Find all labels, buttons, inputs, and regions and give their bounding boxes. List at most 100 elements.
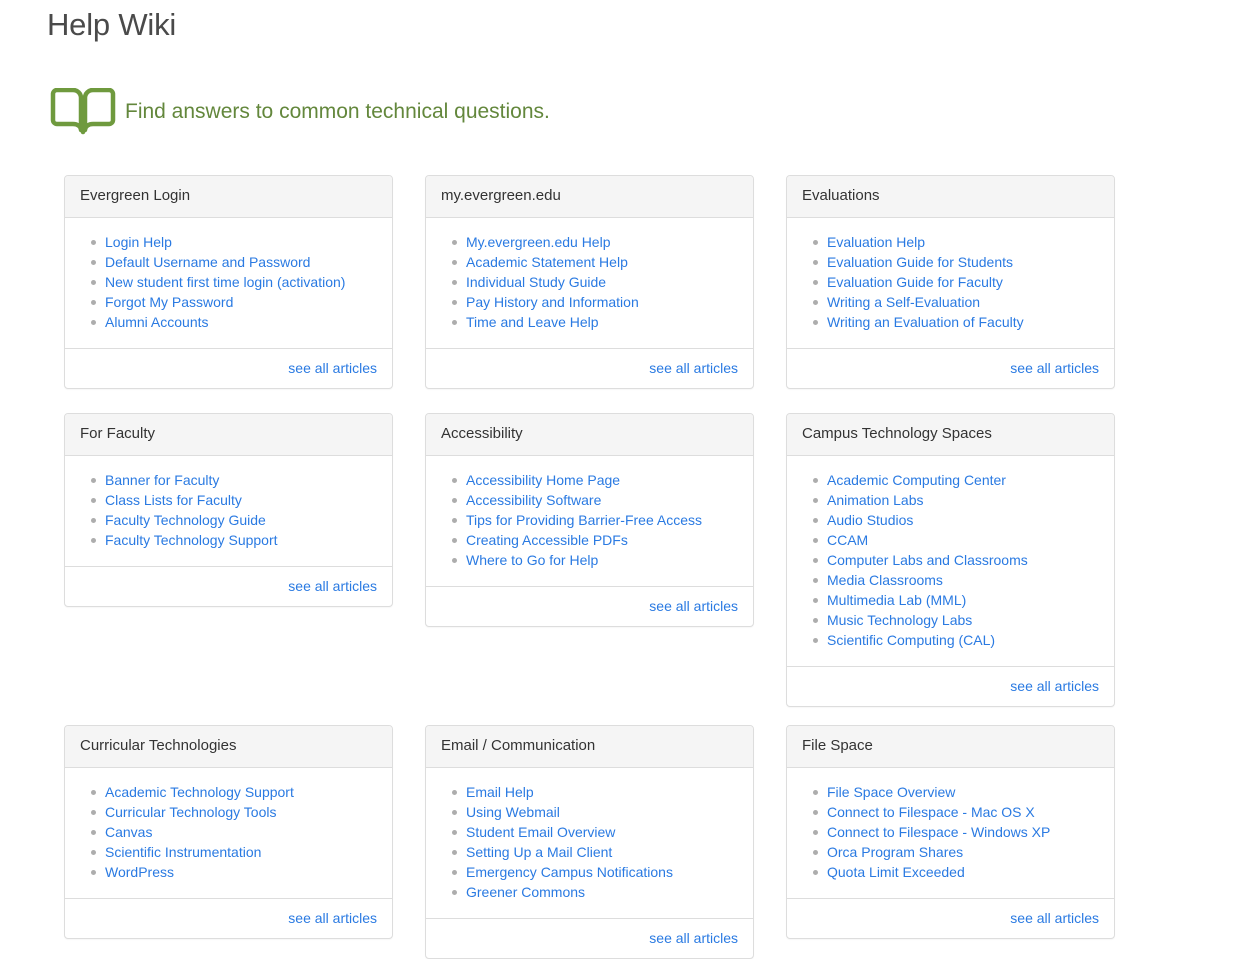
list-item: Where to Go for Help [452,550,738,570]
card-column-1: Evergreen Login Login Help Default Usern… [64,175,393,939]
see-all-articles-link[interactable]: see all articles [1010,360,1099,376]
list-item: Evaluation Help [813,232,1099,252]
article-link[interactable]: Canvas [105,824,152,840]
article-link[interactable]: Orca Program Shares [827,844,963,860]
card-body: File Space Overview Connect to Filespace… [787,768,1114,898]
list-item: Writing an Evaluation of Faculty [813,312,1099,332]
article-link[interactable]: Quota Limit Exceeded [827,864,965,880]
article-link[interactable]: Login Help [105,234,172,250]
article-link[interactable]: Academic Statement Help [466,254,628,270]
article-link[interactable]: Scientific Computing (CAL) [827,632,995,648]
list-item: Multimedia Lab (MML) [813,590,1099,610]
card-title: Campus Technology Spaces [787,414,1114,456]
article-link[interactable]: Faculty Technology Guide [105,512,266,528]
article-link[interactable]: File Space Overview [827,784,955,800]
article-link[interactable]: Individual Study Guide [466,274,606,290]
article-link[interactable]: Writing a Self-Evaluation [827,294,980,310]
article-link[interactable]: Music Technology Labs [827,612,972,628]
article-link[interactable]: Multimedia Lab (MML) [827,592,966,608]
list-item: File Space Overview [813,782,1099,802]
article-link[interactable]: Pay History and Information [466,294,639,310]
list-item: Academic Statement Help [452,252,738,272]
list-item: Canvas [91,822,377,842]
card-body: Email Help Using Webmail Student Email O… [426,768,753,918]
article-link[interactable]: Connect to Filespace - Mac OS X [827,804,1035,820]
list-item: Time and Leave Help [452,312,738,332]
article-link[interactable]: Where to Go for Help [466,552,598,568]
see-all-articles-link[interactable]: see all articles [649,930,738,946]
article-link[interactable]: Faculty Technology Support [105,532,278,548]
card-curricular-technologies: Curricular Technologies Academic Technol… [64,725,393,939]
article-link[interactable]: Animation Labs [827,492,924,508]
article-link[interactable]: Forgot My Password [105,294,233,310]
list-item: Orca Program Shares [813,842,1099,862]
article-link[interactable]: Evaluation Guide for Faculty [827,274,1003,290]
article-link[interactable]: Creating Accessible PDFs [466,532,628,548]
article-link[interactable]: Media Classrooms [827,572,943,588]
article-link[interactable]: Default Username and Password [105,254,310,270]
article-link-list: My.evergreen.edu Help Academic Statement… [441,232,738,332]
list-item: New student first time login (activation… [91,272,377,292]
see-all-articles-link[interactable]: see all articles [288,360,377,376]
see-all-articles-link[interactable]: see all articles [649,360,738,376]
see-all-articles-link[interactable]: see all articles [1010,678,1099,694]
article-link[interactable]: CCAM [827,532,868,548]
article-link[interactable]: Evaluation Guide for Students [827,254,1013,270]
list-item: Accessibility Home Page [452,470,738,490]
see-all-articles-link[interactable]: see all articles [1010,910,1099,926]
see-all-articles-link[interactable]: see all articles [649,598,738,614]
article-link[interactable]: Academic Computing Center [827,472,1006,488]
card-column-3: Evaluations Evaluation Help Evaluation G… [786,175,1115,939]
article-link[interactable]: Setting Up a Mail Client [466,844,612,860]
see-all-articles-link[interactable]: see all articles [288,578,377,594]
article-link[interactable]: Scientific Instrumentation [105,844,261,860]
article-link[interactable]: Email Help [466,784,534,800]
article-link[interactable]: Computer Labs and Classrooms [827,552,1028,568]
list-item: My.evergreen.edu Help [452,232,738,252]
card-footer: see all articles [787,348,1114,388]
see-all-articles-link[interactable]: see all articles [288,910,377,926]
article-link[interactable]: New student first time login (activation… [105,274,345,290]
article-link-list: Email Help Using Webmail Student Email O… [441,782,738,902]
article-link[interactable]: Emergency Campus Notifications [466,864,673,880]
card-body: Academic Computing Center Animation Labs… [787,456,1114,666]
card-footer: see all articles [65,566,392,606]
article-link[interactable]: Using Webmail [466,804,560,820]
article-link[interactable]: Audio Studios [827,512,913,528]
article-link[interactable]: Student Email Overview [466,824,615,840]
article-link[interactable]: Academic Technology Support [105,784,294,800]
page-title: Help Wiki [47,7,177,42]
article-link[interactable]: Writing an Evaluation of Faculty [827,314,1024,330]
article-link[interactable]: Alumni Accounts [105,314,209,330]
article-link[interactable]: Curricular Technology Tools [105,804,276,820]
help-wiki-page: Help Wiki Find answers to common technic… [0,0,1237,959]
article-link-list: Login Help Default Username and Password… [80,232,377,332]
article-link[interactable]: Banner for Faculty [105,472,219,488]
list-item: Emergency Campus Notifications [452,862,738,882]
article-link[interactable]: Evaluation Help [827,234,925,250]
list-item: Scientific Computing (CAL) [813,630,1099,650]
row-spacer [786,389,1115,413]
article-link[interactable]: My.evergreen.edu Help [466,234,610,250]
row-spacer [64,607,393,725]
article-link[interactable]: Connect to Filespace - Windows XP [827,824,1050,840]
card-footer: see all articles [426,586,753,626]
tagline-row: Find answers to common technical questio… [47,88,550,136]
card-footer: see all articles [426,348,753,388]
list-item: Quota Limit Exceeded [813,862,1099,882]
row-spacer [425,627,754,725]
article-link-list: File Space Overview Connect to Filespace… [802,782,1099,882]
card-email-communication: Email / Communication Email Help Using W… [425,725,754,959]
article-link[interactable]: Time and Leave Help [466,314,599,330]
article-link[interactable]: Tips for Providing Barrier-Free Access [466,512,702,528]
article-link[interactable]: Class Lists for Faculty [105,492,242,508]
article-link[interactable]: Accessibility Software [466,492,601,508]
article-link-list: Accessibility Home Page Accessibility So… [441,470,738,570]
article-link[interactable]: Greener Commons [466,884,585,900]
list-item: Greener Commons [452,882,738,902]
article-link[interactable]: Accessibility Home Page [466,472,620,488]
list-item: Creating Accessible PDFs [452,530,738,550]
list-item: Connect to Filespace - Windows XP [813,822,1099,842]
article-link[interactable]: WordPress [105,864,174,880]
list-item: WordPress [91,862,377,882]
